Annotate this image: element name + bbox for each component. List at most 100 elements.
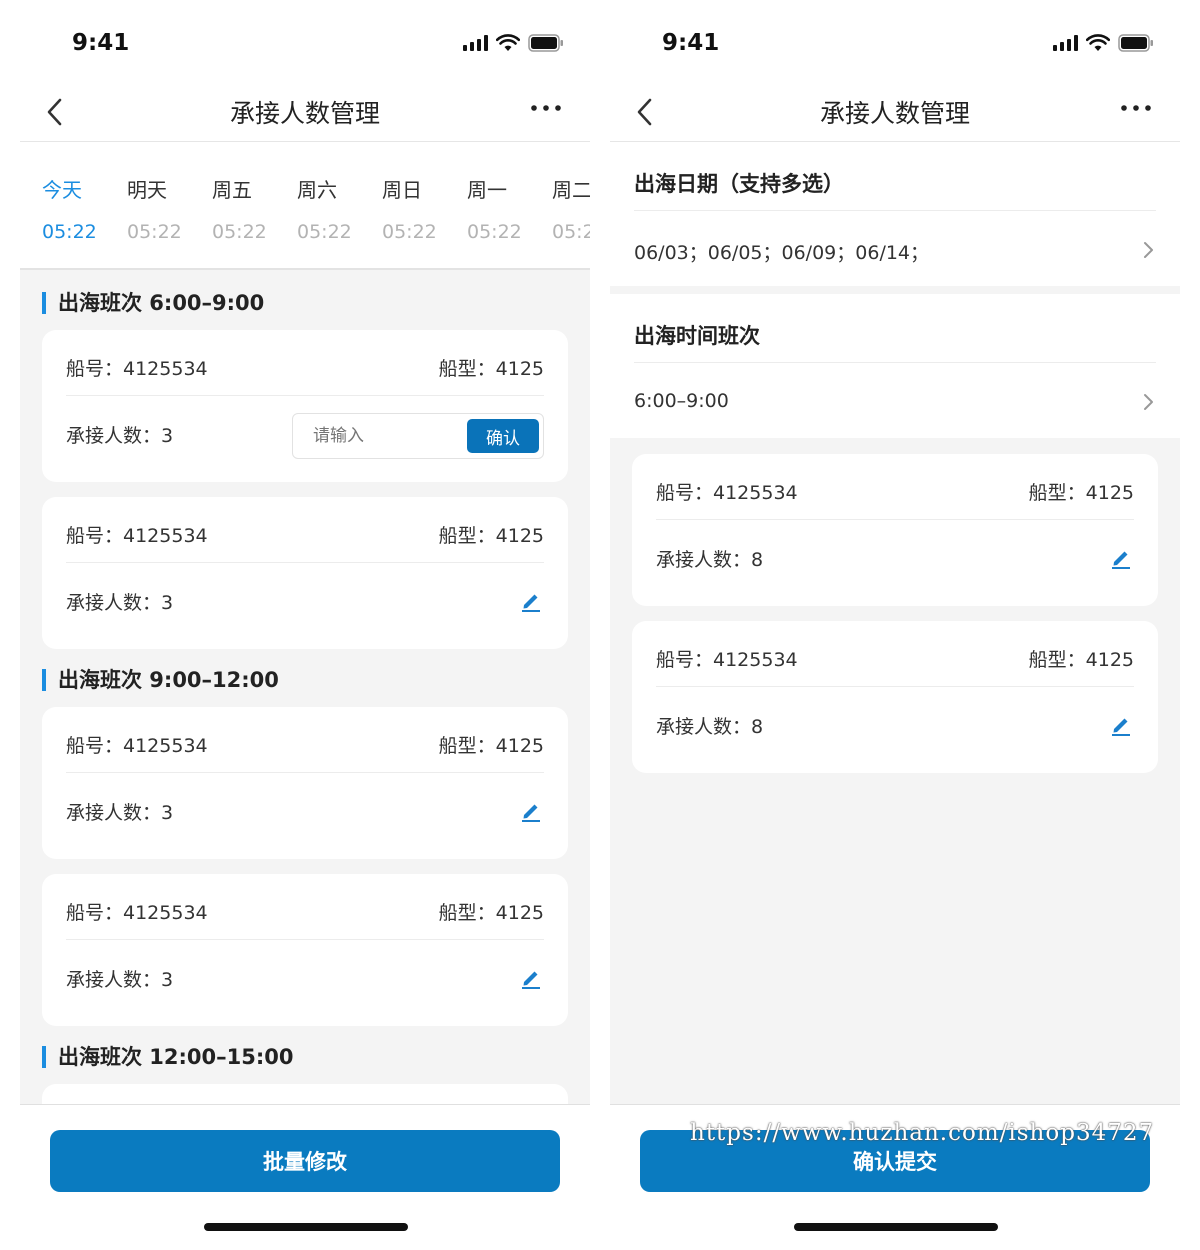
date-tab-day: 周六: [297, 178, 337, 202]
status-icons: [1053, 32, 1154, 54]
ship-number: 船号：4125534: [66, 735, 208, 757]
ship-number: 船号：4125534: [66, 358, 208, 380]
ship-number: 船号：4125534: [66, 525, 208, 547]
date-tab-sunday[interactable]: 周日 05:22: [382, 174, 462, 243]
ship-type: 船型：4125: [1028, 482, 1134, 504]
ship-number: 船号：4125534: [66, 902, 208, 924]
page-title: 承接人数管理: [819, 99, 970, 128]
ship-info-row: 船号：4125534 船型：4125: [66, 330, 544, 396]
ship-card: 船号：4125534 船型：4125 承接人数：8: [632, 454, 1158, 606]
right-screen: 9:41 承接人数管理 出海日期（支持多选） 06/03；06/05；06/09…: [610, 0, 1180, 1250]
confirm-button[interactable]: 确认: [467, 419, 539, 453]
ship-type: 船型：4125: [1028, 649, 1134, 671]
watermark: https://www.huzhan.com/ishop34727: [690, 1120, 1155, 1146]
divider: [634, 210, 1156, 211]
batch-edit-button[interactable]: 批量修改: [50, 1130, 560, 1192]
ship-type: 船型：4125: [438, 902, 544, 924]
ship-info-row: 船号：4125534 船型：4125: [66, 497, 544, 563]
edit-icon[interactable]: [520, 590, 542, 612]
date-tab-time: 05:22: [382, 221, 437, 243]
ship-type: 船型：4125: [438, 525, 544, 547]
date-tab-day: 周二: [552, 178, 590, 202]
home-indicator: [204, 1223, 408, 1231]
nav-bar: 承接人数管理: [20, 82, 590, 142]
ship-info-row: 船号：4125534 船型：4125: [66, 874, 544, 940]
date-label: 出海日期（支持多选）: [634, 172, 844, 196]
status-time: 9:41: [662, 30, 720, 56]
section-title: 出海班次 6:00–9:00: [42, 292, 264, 314]
capacity-count: 承接人数：8: [656, 549, 764, 571]
date-tabs: 今天 05:22 明天 05:22 周五 05:22 周六 05:22 周日 0…: [20, 142, 590, 270]
date-tab-tuesday[interactable]: 周二 05:22: [552, 174, 590, 243]
left-screen: 9:41 承接人数管理 今天 05:22 明天 05:22 周五 05:22 周…: [20, 0, 590, 1250]
ship-card: 船号：4125534 船型：4125 承接人数：3 确认: [42, 330, 568, 482]
date-tab-day: 明天: [127, 178, 167, 202]
ship-number: 船号：4125534: [656, 482, 798, 504]
wifi-icon: [496, 34, 520, 51]
capacity-input[interactable]: [313, 426, 453, 446]
edit-icon[interactable]: [520, 800, 542, 822]
capacity-count: 承接人数：3: [66, 802, 174, 824]
ship-card: 船号：4125534 船型：4125 承接人数：3: [42, 707, 568, 859]
date-selector[interactable]: 出海日期（支持多选） 06/03；06/05；06/09；06/14；: [610, 142, 1180, 286]
ship-info-row: 船号：4125534 船型：4125: [656, 621, 1134, 687]
status-icons: [463, 32, 564, 54]
time-value: 6:00–9:00: [634, 390, 729, 412]
ship-card: 船号：4125534 船型：4125 承接人数：8: [632, 621, 1158, 773]
capacity-row: 承接人数：8: [656, 688, 1134, 754]
time-label: 出海时间班次: [634, 324, 760, 348]
capacity-row: 承接人数：3: [66, 564, 544, 630]
date-tab-time: 05:22: [297, 221, 352, 243]
date-tab-saturday[interactable]: 周六 05:22: [297, 174, 377, 243]
date-tab-day: 周一: [467, 178, 507, 202]
ship-card-partial: [42, 1084, 568, 1104]
ship-info-row: 船号：4125534 船型：4125: [66, 707, 544, 773]
status-bar: 9:41: [610, 0, 1180, 82]
time-selector[interactable]: 出海时间班次 6:00–9:00: [610, 294, 1180, 438]
signal-icon: [1053, 35, 1078, 51]
bottom-bar: 批量修改: [20, 1104, 590, 1250]
status-time: 9:41: [72, 30, 130, 56]
ship-card: 船号：4125534 船型：4125 承接人数：3: [42, 874, 568, 1026]
status-bar: 9:41: [20, 0, 590, 82]
date-tab-today[interactable]: 今天 05:22: [42, 174, 122, 243]
ship-type: 船型：4125: [438, 735, 544, 757]
signal-icon: [463, 35, 488, 51]
section-title: 出海班次 12:00–15:00: [42, 1046, 294, 1068]
capacity-count: 承接人数：3: [66, 425, 174, 447]
date-tab-friday[interactable]: 周五 05:22: [212, 174, 292, 243]
date-tab-time: 05:22: [42, 221, 97, 243]
more-icon[interactable]: [1118, 98, 1154, 118]
date-value: 06/03；06/05；06/09；06/14；: [634, 242, 930, 264]
nav-bar: 承接人数管理: [610, 82, 1180, 142]
home-indicator: [794, 1223, 998, 1231]
ship-card: 船号：4125534 船型：4125 承接人数：3: [42, 497, 568, 649]
edit-icon[interactable]: [1110, 547, 1132, 569]
ship-number: 船号：4125534: [656, 649, 798, 671]
date-tab-monday[interactable]: 周一 05:22: [467, 174, 547, 243]
edit-icon[interactable]: [1110, 714, 1132, 736]
chevron-right-icon: [1144, 394, 1153, 410]
date-tab-day: 周日: [382, 178, 422, 202]
more-icon[interactable]: [528, 98, 564, 118]
date-tab-day: 周五: [212, 178, 252, 202]
battery-icon: [528, 34, 563, 52]
divider: [634, 362, 1156, 363]
chevron-right-icon: [1144, 242, 1153, 258]
date-tab-time: 05:22: [212, 221, 267, 243]
battery-icon: [1118, 34, 1153, 52]
capacity-edit-box: 确认: [292, 413, 544, 459]
date-tab-time: 05:22: [467, 221, 522, 243]
ship-info-row: 船号：4125534 船型：4125: [656, 454, 1134, 520]
date-tab-day: 今天: [42, 178, 82, 202]
capacity-row: 承接人数：3 确认: [66, 397, 544, 463]
capacity-row: 承接人数：3: [66, 774, 544, 840]
ship-type: 船型：4125: [438, 358, 544, 380]
date-tab-tomorrow[interactable]: 明天 05:22: [127, 174, 207, 243]
capacity-row: 承接人数：3: [66, 941, 544, 1007]
capacity-count: 承接人数：8: [656, 716, 764, 738]
date-tab-time: 05:22: [127, 221, 182, 243]
date-tab-time: 05:22: [552, 221, 590, 243]
schedule-list: 出海班次 6:00–9:00 船号：4125534 船型：4125 承接人数：3…: [20, 272, 590, 1104]
edit-icon[interactable]: [520, 967, 542, 989]
